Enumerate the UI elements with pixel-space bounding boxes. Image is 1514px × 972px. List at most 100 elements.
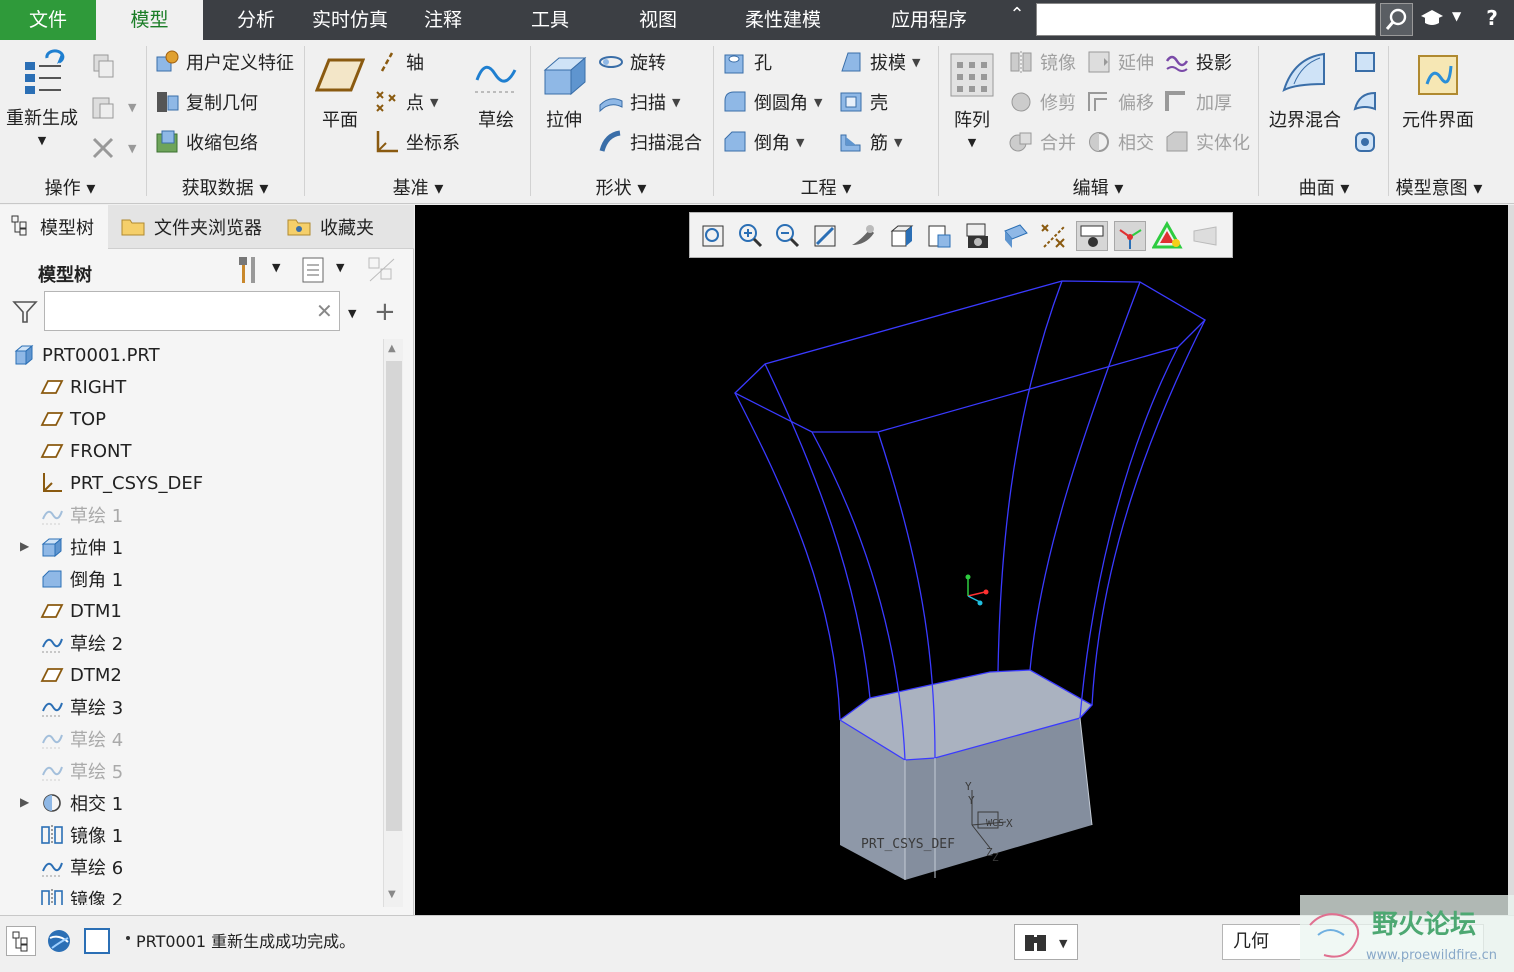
chevron-down-icon[interactable]: ▼ [336,261,344,274]
tree-hide-button[interactable] [366,255,398,290]
group-label-surfaces[interactable]: 曲面 ▾ [1262,174,1386,200]
solidify-button[interactable]: 实体化 [1164,126,1250,158]
section-button[interactable] [1000,221,1032,251]
extrude-button[interactable]: 拉伸 [536,50,592,132]
chevron-down-icon[interactable]: ▼ [272,261,280,274]
display-mode-button[interactable] [1190,221,1222,251]
sweep-button[interactable]: 扫描 ▼ [598,86,680,118]
group-label-editing[interactable]: 编辑 ▾ [940,174,1256,200]
pattern-button[interactable]: 阵列 ▼ [944,50,1000,149]
expand-icon[interactable]: ▶ [20,539,29,553]
project-button[interactable]: 投影 [1164,46,1232,78]
tree-item[interactable]: 草绘 5 [40,755,123,787]
component-interface-button[interactable]: 元件界面 [1394,50,1482,132]
axis-button[interactable]: 轴 [374,46,424,78]
boundary-blend-button[interactable]: 边界混合 [1264,50,1346,132]
tab-applications[interactable]: 应用程序 [876,0,982,40]
zoom-in-button[interactable] [735,221,767,251]
sketch-button[interactable]: 草绘 [468,50,524,132]
tab-flexible-modeling[interactable]: 柔性建模 [732,0,834,40]
intersect-button[interactable]: 相交 [1086,126,1154,158]
tree-item[interactable]: RIGHT [40,371,126,403]
scroll-up-icon[interactable]: ▲ [388,343,396,354]
clear-filter-icon[interactable]: ✕ [316,299,333,323]
tab-analysis[interactable]: 分析 [222,0,290,40]
search-input[interactable] [1036,3,1376,36]
help-button[interactable]: ? [1480,6,1504,34]
refit-button[interactable] [698,221,730,251]
plane-button[interactable]: 平面 [312,50,368,132]
add-filter-icon[interactable]: + [374,297,396,327]
tree-item[interactable]: 镜像 2 [40,883,123,905]
tab-file[interactable]: 文件 [0,0,96,40]
repaint-button[interactable] [810,221,842,251]
tab-folder-browser[interactable]: 文件夹浏览器 [120,205,276,249]
extend-button[interactable]: 延伸 [1086,46,1154,78]
group-label-operations[interactable]: 操作 ▾ [0,174,140,200]
scroll-thumb[interactable] [386,361,402,831]
tab-model[interactable]: 模型 [96,0,203,40]
mirror-button[interactable]: 镜像 [1008,46,1076,78]
hole-button[interactable]: 孔 [722,46,772,78]
model-viewport[interactable]: PRT_CSYS_DEF Y Y X WCS Z Z [415,205,1508,915]
tree-settings-button[interactable] [236,253,262,290]
graduation-cap-icon[interactable] [1420,8,1448,32]
csys-button[interactable]: 坐标系 [374,126,460,158]
chamfer-button[interactable]: 倒角 ▼ [722,126,804,158]
graphics-window[interactable]: PRT_CSYS_DEF Y Y X WCS Z Z [415,205,1508,915]
group-label-model-intent[interactable]: 模型意图 ▾ [1390,174,1488,200]
tree-item[interactable]: 草绘 4 [40,723,123,755]
filter-icon[interactable] [12,299,38,330]
appearance-button[interactable] [1151,220,1184,251]
round-button[interactable]: 倒圆角 ▼ [722,86,822,118]
tab-annotate[interactable]: 注释 [410,0,476,40]
datum-display-button[interactable] [1038,221,1070,251]
point-button[interactable]: 点 ▼ [374,86,438,118]
regenerate-button[interactable]: 重新生成 ▼ [4,48,80,147]
tree-item[interactable]: 草绘 1 [40,499,123,531]
search-button[interactable] [1380,3,1413,36]
zoom-out-button[interactable] [772,221,804,251]
full-screen-button[interactable] [84,928,110,954]
toggle-navigator-button[interactable] [6,926,36,956]
offset-button[interactable]: 偏移 [1086,86,1154,118]
merge-button[interactable]: 合并 [1008,126,1076,158]
tree-item[interactable]: PRT0001.PRT [12,339,160,371]
style-button[interactable] [1352,86,1384,118]
shrinkwrap-button[interactable]: 收缩包络 [154,126,258,158]
tab-favorites[interactable]: 收藏夹 [286,205,396,249]
udf-button[interactable]: 用户定义特征 [154,46,294,78]
tree-item[interactable]: 相交 1 [40,787,123,819]
tree-item[interactable]: 草绘 6 [40,851,123,883]
group-label-shapes[interactable]: 形状 ▾ [532,174,710,200]
tree-item[interactable]: TOP [40,403,106,435]
tree-show-button[interactable] [300,255,326,290]
tree-item[interactable]: 倒角 1 [40,563,123,595]
tab-tools[interactable]: 工具 [516,0,584,40]
tab-model-tree[interactable]: 模型树 [0,205,108,249]
shell-button[interactable]: 壳 [838,86,888,118]
tree-filter-input[interactable] [44,291,340,331]
scroll-down-icon[interactable]: ▼ [388,889,396,900]
tree-item[interactable]: DTM1 [40,595,122,627]
draft-button[interactable]: 拔模 ▼ [838,46,920,78]
copy-button[interactable] [90,50,122,82]
tab-view[interactable]: 视图 [624,0,692,40]
tree-scrollbar[interactable]: ▲ ▼ [383,339,403,907]
group-label-get-data[interactable]: 获取数据 ▾ [150,174,300,200]
tree-item[interactable]: 草绘 3 [40,691,123,723]
expand-icon[interactable]: ▶ [20,795,29,809]
tree-item[interactable]: DTM2 [40,659,122,691]
tree-item[interactable]: 拉伸 1 [40,531,123,563]
group-label-datum[interactable]: 基准 ▾ [310,174,526,200]
trim-button[interactable]: 修剪 [1008,86,1076,118]
paste-button[interactable]: ▼ [90,91,136,123]
find-button[interactable]: ▼ [1014,924,1078,960]
view-manager-button[interactable] [924,221,956,251]
rib-button[interactable]: 筋 ▼ [838,126,902,158]
browser-button[interactable] [44,926,74,956]
tab-realtime-simulation[interactable]: 实时仿真 [302,0,398,40]
chevron-down-icon[interactable]: ▼ [1452,9,1461,23]
freestyle-button[interactable] [1352,126,1384,158]
swept-blend-button[interactable]: 扫描混合 [598,126,702,158]
